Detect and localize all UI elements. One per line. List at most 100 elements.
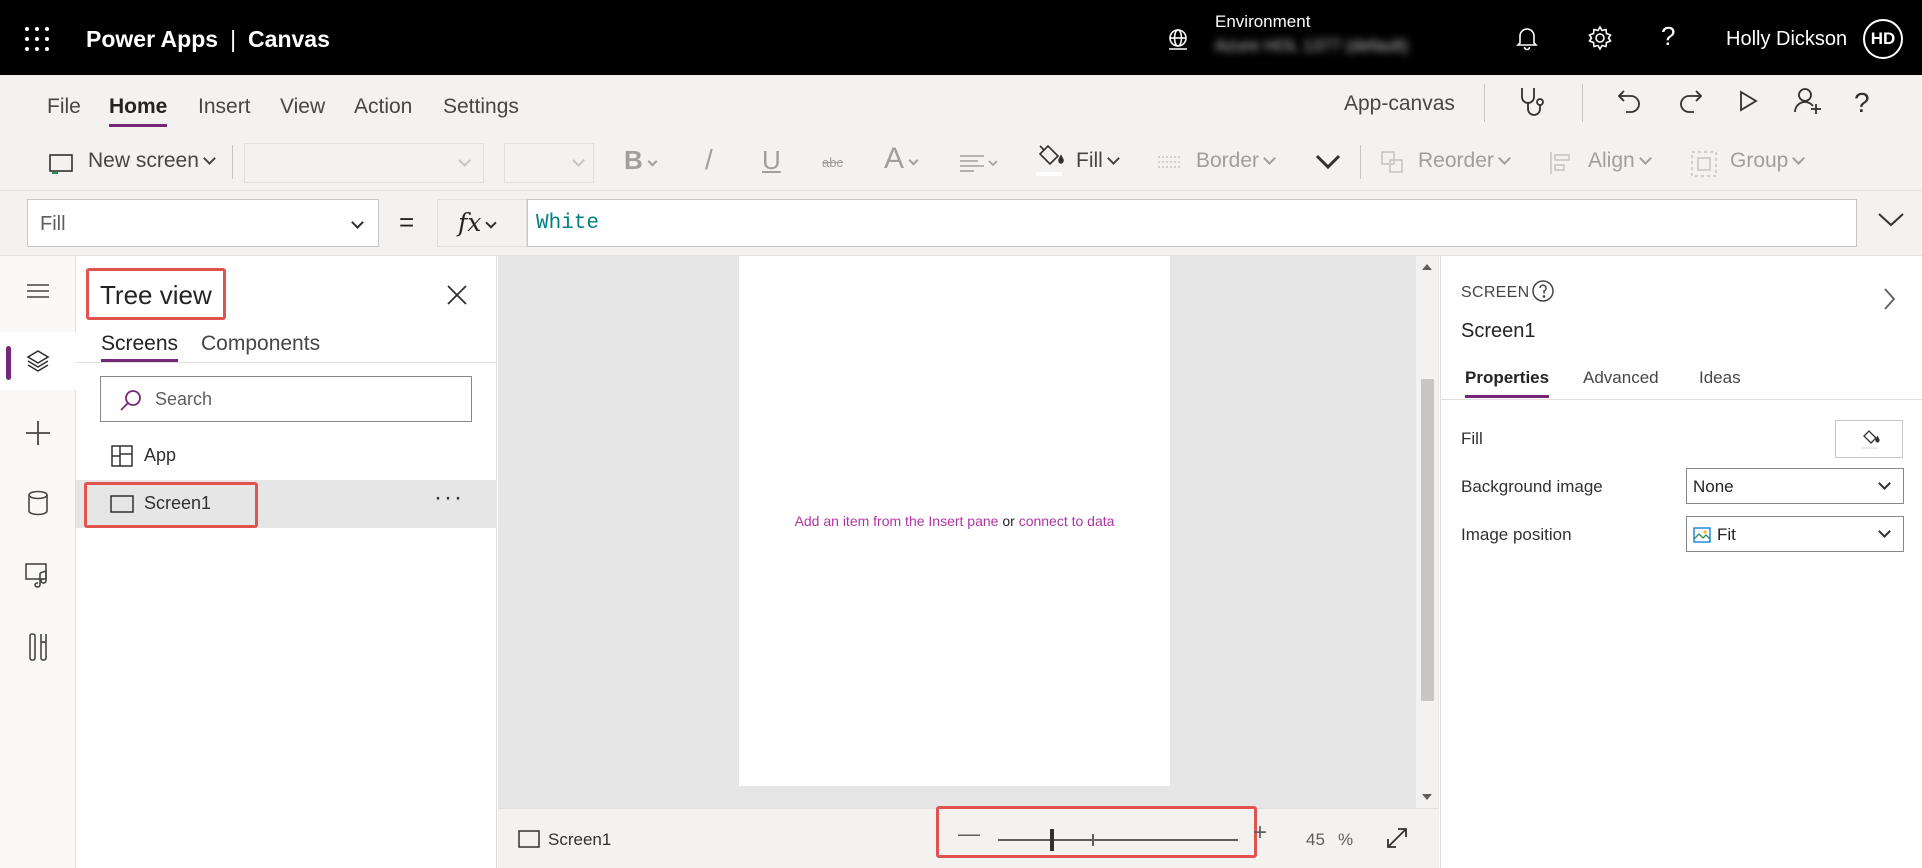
screen-icon: [518, 830, 540, 853]
tree-item-screen1[interactable]: Screen1 ···: [76, 480, 497, 528]
scroll-up-icon[interactable]: [1422, 264, 1432, 270]
equals-sign: =: [399, 207, 415, 237]
connect-data-link[interactable]: connect to data: [1019, 513, 1115, 529]
image-position-dropdown[interactable]: Fit: [1686, 516, 1904, 552]
tab-action[interactable]: Action: [354, 95, 412, 119]
background-image-dropdown[interactable]: None: [1686, 468, 1904, 504]
scroll-thumb[interactable]: [1421, 379, 1434, 701]
redo-icon[interactable]: [1676, 85, 1704, 122]
zoom-out-button[interactable]: —: [958, 821, 980, 847]
help-icon[interactable]: ?: [1854, 87, 1870, 119]
zoom-in-button[interactable]: +: [1253, 819, 1267, 847]
tab-screens[interactable]: Screens: [101, 332, 179, 362]
advanced-tools-icon[interactable]: [0, 618, 76, 676]
property-value: Fill: [40, 213, 66, 235]
plus-icon[interactable]: [0, 404, 76, 462]
app-icon: [110, 444, 134, 473]
align-button[interactable]: Align: [1588, 149, 1652, 173]
layers-icon[interactable]: [0, 332, 76, 390]
align-label: Align: [1588, 149, 1635, 172]
undo-icon[interactable]: [1616, 85, 1644, 122]
avatar[interactable]: HD: [1863, 19, 1903, 59]
close-icon[interactable]: [446, 284, 468, 311]
tab-home[interactable]: Home: [109, 95, 168, 127]
formula-input[interactable]: White: [527, 199, 1857, 247]
top-bar: Power Apps | Canvas Environment Azure HOL …: [0, 0, 1922, 75]
fit-to-window-icon[interactable]: [1384, 825, 1410, 856]
new-screen-button[interactable]: New screen: [88, 149, 216, 173]
strikethrough-button[interactable]: abc: [822, 155, 843, 170]
property-dropdown[interactable]: Fill: [27, 199, 379, 247]
tab-components[interactable]: Components: [201, 332, 320, 356]
app-name[interactable]: App-canvas: [1344, 92, 1455, 116]
highlight-box: [936, 806, 1257, 858]
play-icon[interactable]: [1736, 85, 1760, 122]
environment-value[interactable]: Azure HOL 1377 (default): [1215, 36, 1408, 56]
divider: [232, 145, 233, 179]
selected-control-name[interactable]: Screen1: [1461, 320, 1536, 343]
tree-item-app[interactable]: App: [76, 432, 497, 480]
divider: [1360, 145, 1361, 179]
chevron-down-icon[interactable]: [1314, 151, 1342, 176]
tab-settings[interactable]: Settings: [443, 95, 519, 119]
vertical-scrollbar[interactable]: [1416, 256, 1438, 808]
font-family-dropdown[interactable]: [244, 143, 484, 183]
group-button[interactable]: Group: [1730, 149, 1806, 173]
scroll-down-icon[interactable]: [1422, 794, 1432, 800]
bold-button[interactable]: B: [624, 145, 658, 176]
zoom-slider-thumb[interactable]: [1050, 829, 1054, 851]
share-icon[interactable]: [1792, 85, 1824, 122]
chevron-right-icon[interactable]: [1881, 286, 1897, 317]
new-screen-icon: [48, 151, 76, 180]
fill-button[interactable]: Fill: [1076, 149, 1120, 173]
more-options-icon[interactable]: ···: [434, 484, 464, 512]
user-name[interactable]: Holly Dickson: [1726, 28, 1847, 51]
app-checker-icon[interactable]: [1516, 85, 1546, 124]
tab-properties[interactable]: Properties: [1465, 368, 1550, 398]
fill-color-picker[interactable]: [1835, 420, 1903, 458]
globe-icon[interactable]: [1165, 27, 1191, 58]
group-label: Group: [1730, 149, 1789, 172]
media-icon[interactable]: [0, 546, 76, 604]
align-icon: [1548, 150, 1574, 181]
border-button[interactable]: Border: [1196, 149, 1276, 173]
tab-insert[interactable]: Insert: [198, 95, 251, 119]
search-input[interactable]: Search: [100, 376, 472, 422]
hamburger-icon[interactable]: [0, 262, 76, 320]
new-screen-label: New screen: [88, 149, 199, 172]
underline-button[interactable]: U: [762, 145, 781, 176]
insert-pane-link[interactable]: Add an item from the Insert pane: [795, 513, 999, 529]
left-rail: [0, 256, 76, 868]
text-align-button[interactable]: [958, 153, 1000, 178]
tab-file[interactable]: File: [47, 95, 81, 119]
zoom-value[interactable]: 45: [1306, 830, 1325, 850]
screen-selector[interactable]: Screen1: [548, 830, 611, 850]
help-circle-icon[interactable]: [1531, 279, 1555, 308]
reorder-button[interactable]: Reorder: [1418, 149, 1511, 173]
product-name: Power Apps: [86, 26, 219, 52]
fill-label: Fill: [1461, 429, 1483, 448]
expand-formula-icon[interactable]: [1876, 209, 1906, 234]
font-size-dropdown[interactable]: [504, 143, 594, 183]
border-icon: [1158, 154, 1182, 175]
search-placeholder: Search: [155, 389, 213, 409]
or-text: or: [1002, 513, 1015, 529]
gear-icon[interactable]: [1587, 25, 1613, 56]
tab-ideas[interactable]: Ideas: [1699, 368, 1741, 388]
screen-artboard[interactable]: Add an item from the Insert pane or conn…: [739, 256, 1170, 786]
tab-advanced[interactable]: Advanced: [1583, 368, 1659, 388]
bell-icon[interactable]: [1515, 25, 1539, 56]
italic-button[interactable]: /: [705, 144, 713, 176]
app-launcher-icon[interactable]: [25, 27, 49, 51]
font-color-button[interactable]: A: [884, 142, 919, 176]
image-icon: [1693, 527, 1711, 548]
canvas-area[interactable]: Add an item from the Insert pane or conn…: [498, 256, 1439, 808]
background-image-value: None: [1693, 477, 1734, 496]
ribbon: New screen B / U abc A Fill Border Reord…: [0, 133, 1922, 191]
help-icon[interactable]: ?: [1661, 21, 1675, 52]
fx-button[interactable]: fx: [437, 199, 527, 247]
database-icon[interactable]: [0, 474, 76, 532]
tab-view[interactable]: View: [280, 95, 325, 119]
zoom-slider[interactable]: [998, 839, 1238, 841]
tree-view-panel: Tree view Screens Components Search App …: [76, 256, 497, 868]
